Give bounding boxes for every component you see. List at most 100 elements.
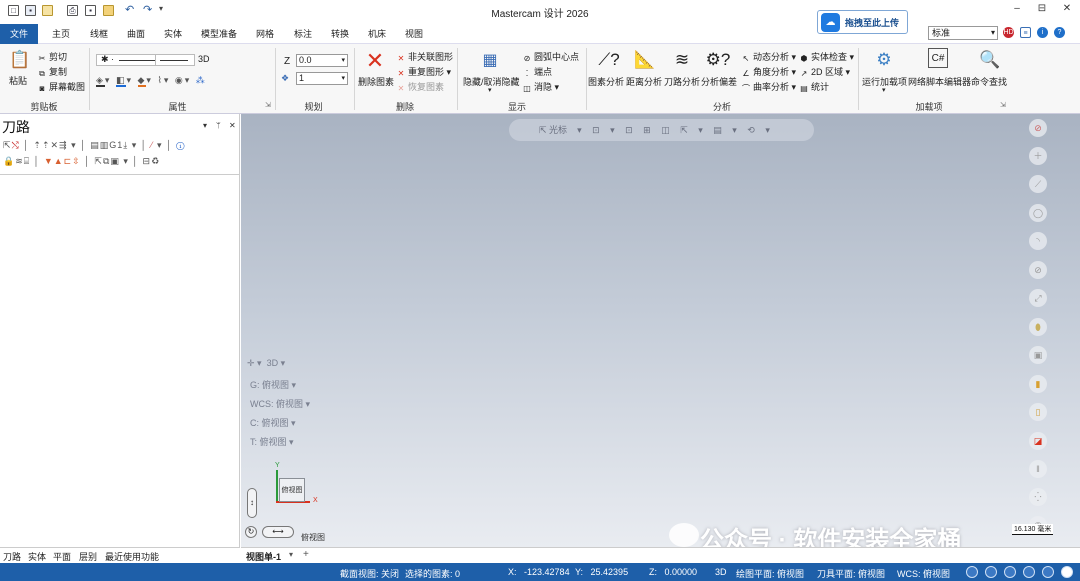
tab-file[interactable]: 文件 [0, 24, 38, 44]
addins-launcher-icon[interactable]: ⇲ [1000, 101, 1006, 109]
material-display-icon[interactable] [1061, 566, 1073, 578]
close-button[interactable]: ✕ [1060, 3, 1074, 14]
zoom-in-icon[interactable]: ＋ [1029, 147, 1047, 165]
new-file-icon[interactable]: □ [8, 5, 19, 16]
graphics-viewport[interactable]: ⇱ 光标 ▾ ⊡ ▾ ⊡ ⊞ ◫ ⇱ ▾ ▤ ▾ ⟲ ▾ ⊘ ＋ ⟋ ◯ ◝ ⊘ … [241, 114, 1080, 554]
arc-center-button[interactable]: ⊘ 圆弧中心点 [522, 50, 579, 64]
viewsheet-tab-active[interactable]: 视图单-1 [246, 550, 281, 563]
toolpath-analysis-button[interactable]: 刀路分析 [664, 75, 700, 88]
z-depth-input[interactable]: 0.0 ▾ [296, 54, 348, 67]
box-tool-icon[interactable]: ◪ [1029, 432, 1047, 450]
wireframe-mode-icon[interactable] [985, 566, 997, 578]
mode-3d-status[interactable]: 3D [715, 567, 727, 577]
arc-tool-icon[interactable]: ◝ [1029, 232, 1047, 250]
line-style-select[interactable] [155, 54, 195, 66]
distance-button[interactable]: 距离分析 [626, 75, 662, 88]
stats-button[interactable]: ▤ 统计 [799, 80, 829, 94]
save-as-icon[interactable]: ▪ [85, 5, 96, 16]
point-tool-icon[interactable]: ⟋ [1029, 175, 1047, 193]
tool-plane-status[interactable]: 刀具平面: 俯视图 [817, 567, 885, 580]
view-cube[interactable]: Y X 俯视图 [275, 462, 318, 514]
tab-toolpaths[interactable]: 刀路 [3, 550, 21, 563]
material-tool-icon[interactable]: ▮ [1029, 375, 1047, 393]
c-plane-select[interactable]: C: 俯视图 ▾ [250, 416, 296, 429]
tab-solids[interactable]: 实体 [156, 24, 190, 44]
cut-button[interactable]: ✂ 剪切 [37, 50, 67, 64]
column-tool-icon[interactable]: ‖ [1029, 460, 1047, 478]
wcs-status[interactable]: WCS: 俯视图 [897, 567, 950, 580]
viewsheet-dropdown-icon[interactable]: ▾ [289, 550, 293, 559]
restore-button[interactable]: ✕ 恢复图素 [396, 80, 444, 94]
shade-mode-icon[interactable] [966, 566, 978, 578]
selection-toolbar[interactable]: ⇱ 光标 ▾ ⊡ ▾ ⊡ ⊞ ◫ ⇱ ▾ ▤ ▾ ⟲ ▾ [509, 119, 814, 141]
panel-menu-icon[interactable]: ▾ [203, 121, 207, 130]
solid-tool-icon[interactable]: ▣ [1029, 346, 1047, 364]
nonassoc-button[interactable]: ✕ 非关联图形 [396, 50, 453, 64]
command-find-button[interactable]: 命令查找 [971, 75, 1007, 88]
vertical-rotate-icon[interactable]: ↕ [247, 488, 257, 518]
minimize-button[interactable]: – [1010, 3, 1024, 14]
translucency-icon[interactable] [1023, 566, 1035, 578]
edges-icon[interactable] [1042, 566, 1054, 578]
tab-model-prep[interactable]: 模型准备 [196, 24, 242, 44]
tab-levels[interactable]: 层别 [79, 550, 97, 563]
message-icon[interactable]: ≡ [1020, 27, 1031, 38]
area-2d-button[interactable]: ↗ 2D 区域 ▾ [799, 65, 850, 79]
level-input[interactable]: 1 ▾ [296, 72, 348, 85]
mode-3d-label[interactable]: 3D [198, 54, 210, 64]
spin-rotate-icon[interactable]: ↻ [245, 526, 257, 538]
panel-close-icon[interactable]: ✕ [229, 121, 236, 130]
angle-analysis-button[interactable]: ∠ 角度分析 ▾ [741, 65, 796, 79]
tab-annotate[interactable]: 标注 [286, 24, 320, 44]
net-editor-button[interactable]: 网络脚本编辑器 [908, 75, 971, 88]
tab-view[interactable]: 视图 [397, 24, 431, 44]
print-icon[interactable]: ⎙ [67, 5, 78, 16]
hide-dropdown-icon[interactable]: ▾ [488, 86, 492, 94]
wireframe-tool-icon[interactable]: ▯ [1029, 403, 1047, 421]
g-plane-select[interactable]: G: 俯视图 ▾ [250, 378, 296, 391]
circle-tool-icon[interactable]: ◯ [1029, 204, 1047, 222]
horizontal-rotate-icon[interactable]: ⟷ [262, 526, 294, 538]
info-icon[interactable]: i [1037, 27, 1048, 38]
draw-plane-status[interactable]: 绘图平面: 俯视图 [736, 567, 804, 580]
open-folder-icon[interactable] [42, 5, 53, 16]
delete-entities-button[interactable]: 删除图素 [358, 75, 394, 88]
add-viewsheet-button[interactable]: + [303, 549, 309, 560]
tab-wireframe[interactable]: 线框 [82, 24, 116, 44]
hidden-line-icon[interactable] [1004, 566, 1016, 578]
upload-drop-button[interactable]: ☁ 拖拽至此上传 [817, 10, 908, 34]
tab-home[interactable]: 主页 [44, 24, 78, 44]
t-plane-select[interactable]: T: 俯视图 ▾ [250, 435, 294, 448]
attributes-launcher-icon[interactable]: ⇲ [265, 101, 271, 109]
run-addin-dropdown-icon[interactable]: ▾ [882, 86, 886, 94]
style-select[interactable]: 标准 [928, 26, 998, 40]
tab-mesh[interactable]: 网格 [248, 24, 282, 44]
tab-transform[interactable]: 转换 [323, 24, 357, 44]
wcs-select[interactable]: WCS: 俯视图 ▾ [250, 397, 310, 410]
view-mode-select[interactable]: ✛ ▾ 3D ▾ [247, 358, 285, 369]
save-icon[interactable]: ▪ [25, 5, 36, 16]
quick-access-dropdown-icon[interactable]: ▾ [159, 4, 163, 13]
section-view-status[interactable]: 截面视图: 关闭 [340, 567, 399, 580]
tab-surfaces[interactable]: 曲面 [119, 24, 153, 44]
hd-icon[interactable]: HD [1003, 27, 1014, 38]
curvature-analysis-button[interactable]: ⌒ 曲率分析 ▾ [741, 80, 796, 94]
tab-recent-functions[interactable]: 最近使用功能 [105, 550, 159, 563]
tab-machine[interactable]: 机床 [360, 24, 394, 44]
surface-tool-icon[interactable]: ⬮ [1029, 318, 1047, 336]
redo-icon[interactable]: ↷ [143, 3, 152, 16]
toolpath-toolbar-row-1[interactable]: ⇱⤭ │ ⇡⇡✕⇶ ▾ │ ▤▥G1⤓ ▾ │ ⁄ ▾ │ ⓘ [3, 140, 186, 152]
flag-icon[interactable] [103, 5, 114, 16]
help-icon[interactable]: ? [1054, 27, 1065, 38]
solid-check-button[interactable]: ⬢ 实体检查 ▾ [799, 50, 855, 64]
measure-tool-icon[interactable]: ⤢ [1029, 289, 1047, 307]
paste-button[interactable]: 粘贴 [9, 74, 27, 87]
color-tools[interactable]: ◈▾ ◧▾ ◆▾ ⌇▾ ◉▾ ⁂ [96, 75, 207, 87]
dots-tool-icon[interactable]: ⁛ [1029, 488, 1047, 506]
dynamic-analysis-button[interactable]: ↖ 动态分析 ▾ [741, 50, 796, 64]
tab-solids-manager[interactable]: 实体 [28, 550, 46, 563]
entity-analysis-button[interactable]: 图素分析 [588, 75, 624, 88]
tab-planes[interactable]: 平面 [53, 550, 71, 563]
clear-selection-icon[interactable]: ⊘ [1029, 119, 1047, 137]
undo-icon[interactable]: ↶ [125, 3, 134, 16]
